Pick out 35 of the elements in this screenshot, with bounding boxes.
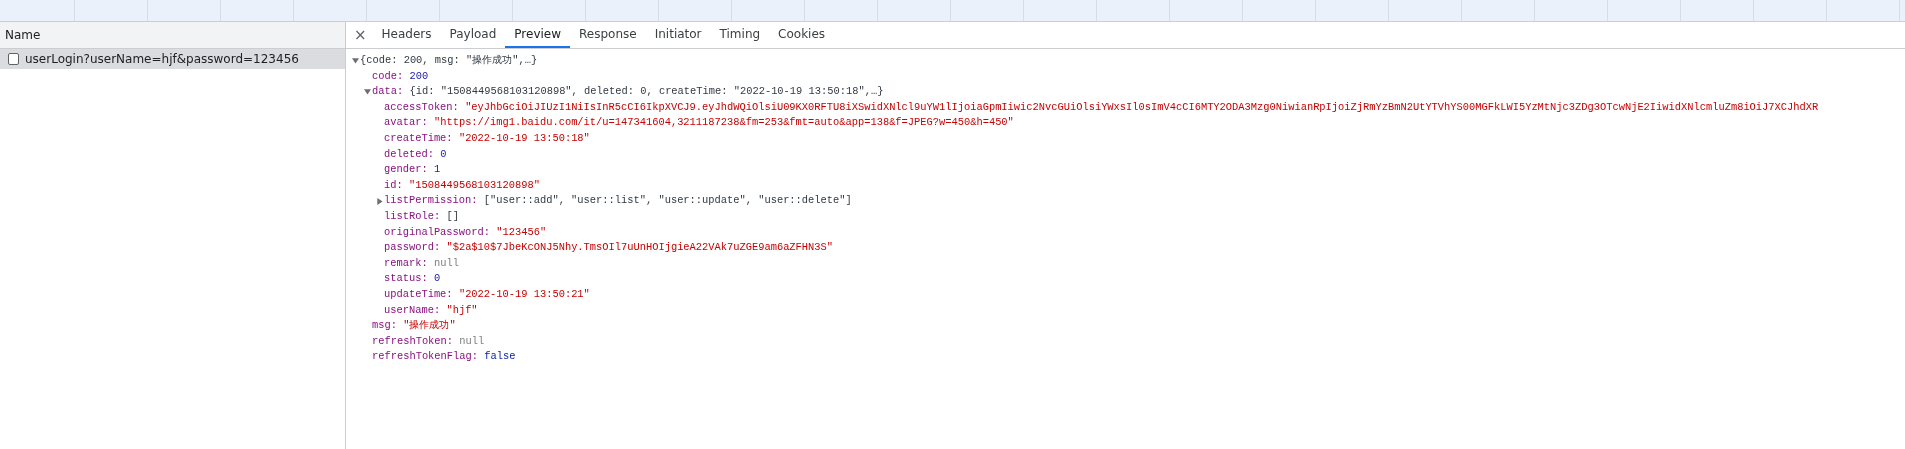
detail-tab[interactable]: Cookies [769, 22, 835, 48]
json-property: status: 0 [384, 271, 441, 287]
json-property: code: 200 [372, 68, 429, 84]
object-summary: {code: 200, msg: "操作成功",…} [360, 53, 538, 68]
request-name: userLogin?userName=hjf&password=123456 [25, 52, 299, 66]
json-property: accessToken: "eyJhbGciOiJIUzI1NiIsInR5cCI6IkpXVCJ9.eyJhdWQiOlsiU09KX0RFTU8iXSwidXNlcl9uYW1lIjoiaGpmIiwic2NvcGUiOlsiYWxsIl0sImV4cCI6MTY2ODA3Mzg0NiwianRpIjoiZjRmYzBmN2UtYTVhYS00MGFkLWI5YzMtNjc3ZDg3OTcwNjE2IiwidXNlcmluZm8iOiJ7XCJhdXR [384, 99, 1819, 115]
json-property: originalPassword: "123456" [384, 224, 547, 240]
detail-tab[interactable]: Timing [710, 22, 770, 48]
detail-tab[interactable]: Headers [372, 22, 441, 48]
json-property: deleted: 0 [384, 146, 447, 162]
json-property: data: {id: "1508449568103120898", deleted: 0, createTime: "2022-10-19 13:50:18",…} [372, 84, 884, 100]
detail-tab[interactable]: Preview [505, 22, 571, 48]
json-property: listPermission: ["user::add", "user::list", "user::update", "user::delete"] [384, 193, 852, 209]
json-property: listRole: [] [384, 208, 459, 224]
request-row[interactable]: userLogin?userName=hjf&password=123456 [0, 49, 345, 69]
close-button[interactable]: × [348, 22, 373, 48]
json-property: msg: "操作成功" [372, 318, 456, 334]
document-icon [8, 53, 19, 65]
json-property: refreshToken: null [372, 333, 485, 349]
detail-tab[interactable]: Response [570, 22, 646, 48]
json-property: avatar: "https://img1.baidu.com/it/u=147341604,3211187238&fm=253&fmt=auto&app=138&f=JPEG?w=450&h=450" [384, 115, 1014, 131]
detail-tab[interactable]: Payload [440, 22, 506, 48]
json-property: userName: "hjf" [384, 302, 478, 318]
json-property: gender: 1 [384, 162, 441, 178]
column-header[interactable]: Name [0, 22, 345, 49]
json-property: refreshTokenFlag: false [372, 349, 516, 365]
json-property: id: "1508449568103120898" [384, 177, 540, 193]
json-property: remark: null [384, 255, 459, 271]
detail-tab[interactable]: Initiator [645, 22, 711, 48]
json-property: updateTime: "2022-10-19 13:50:21" [384, 286, 590, 302]
expanded-triangle-icon[interactable] [363, 88, 371, 96]
json-property: createTime: "2022-10-19 13:50:18" [384, 130, 590, 146]
json-property: password: "$2a$10$7JbeKcONJ5Nhy.TmsOIl7uUnHOIjgieA22VAk7uZGE9am6aZFHN3S" [384, 240, 834, 256]
expanded-triangle-icon[interactable] [351, 57, 359, 65]
collapsed-triangle-icon[interactable] [375, 197, 383, 205]
